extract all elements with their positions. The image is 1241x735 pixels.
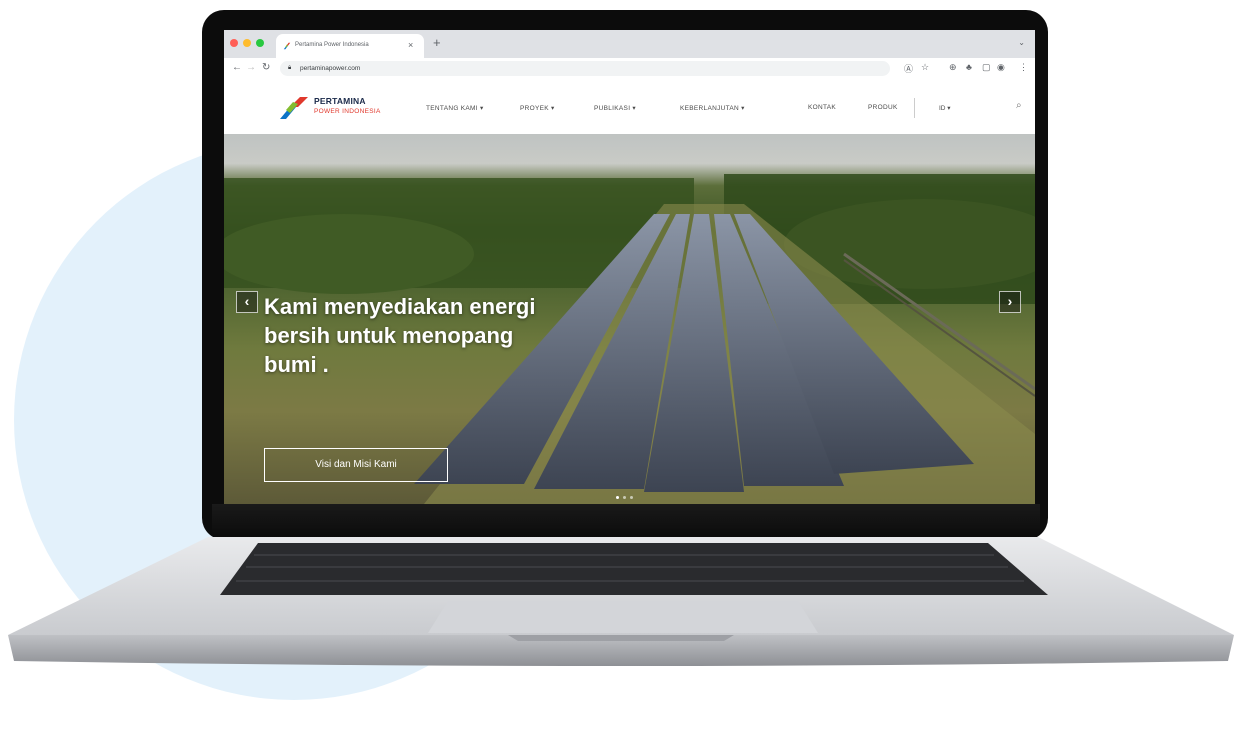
reload-icon[interactable]: ↻ xyxy=(262,62,270,73)
menu-item-keberlanjutan[interactable]: KEBERLANJUTAN ▾ xyxy=(680,104,745,112)
back-arrow-icon[interactable]: ← xyxy=(232,62,242,73)
maximize-window-button[interactable] xyxy=(256,39,264,47)
lock-icon: 🔒︎ xyxy=(288,65,292,71)
hero-carousel: ‹ › Kami menyediakan energi bersih untuk… xyxy=(224,134,1035,504)
carousel-dot[interactable] xyxy=(630,496,633,499)
translate-icon[interactable]: Ⓐ xyxy=(904,62,913,75)
pertamina-logo-icon[interactable] xyxy=(278,95,314,121)
url-text: pertaminapower.com xyxy=(300,65,361,72)
vision-mission-button[interactable]: Visi dan Misi Kami xyxy=(264,448,448,482)
minimize-window-button[interactable] xyxy=(243,39,251,47)
close-window-button[interactable] xyxy=(230,39,238,47)
browser-toolbar: ← → ↻ 🔒︎ pertaminapower.com Ⓐ ☆ ⊕ ♣ ▢ ◉ … xyxy=(224,58,1035,81)
carousel-indicators xyxy=(616,496,633,499)
menu-item-kontak[interactable]: KONTAK xyxy=(808,104,836,111)
menu-item-proyek[interactable]: PROYEK ▾ xyxy=(520,104,555,112)
brand-subtitle: POWER INDONESIA xyxy=(314,108,381,115)
puzzle-icon[interactable]: ♣ xyxy=(966,62,972,72)
new-tab-button[interactable]: + xyxy=(433,35,441,50)
menu-item-tentang-kami[interactable]: TENTANG KAMI ▾ xyxy=(426,104,484,112)
tab-title: Pertamina Power Indonesia xyxy=(295,42,369,48)
forward-arrow-icon[interactable]: → xyxy=(246,62,256,73)
laptop-hinge xyxy=(212,504,1040,540)
bookmark-star-icon[interactable]: ☆ xyxy=(921,62,929,73)
site-header: PERTAMINA POWER INDONESIA TENTANG KAMI ▾… xyxy=(224,80,1035,134)
menu-item-produk[interactable]: PRODUK xyxy=(868,104,898,111)
language-selector[interactable]: ID ▾ xyxy=(939,104,951,112)
browser-tab[interactable]: Pertamina Power Indonesia × xyxy=(276,34,424,58)
carousel-dot[interactable] xyxy=(623,496,626,499)
pertamina-favicon-icon xyxy=(283,42,291,50)
laptop-screen: Pertamina Power Indonesia × + ⌄ ← → ↻ 🔒︎… xyxy=(224,30,1035,504)
carousel-next-button[interactable]: › xyxy=(999,291,1021,313)
more-menu-icon[interactable]: ⋮ xyxy=(1019,62,1028,73)
menu-item-publikasi[interactable]: PUBLIKASI ▾ xyxy=(594,104,636,112)
carousel-dot[interactable] xyxy=(616,496,619,499)
menu-divider xyxy=(914,98,915,118)
search-icon[interactable]: ⌕ xyxy=(1016,100,1022,111)
carousel-prev-button[interactable]: ‹ xyxy=(236,291,258,313)
window-controls xyxy=(230,39,264,47)
brand-name: PERTAMINA xyxy=(314,96,366,106)
profile-avatar-icon[interactable]: ◉ xyxy=(997,62,1005,73)
address-bar[interactable]: 🔒︎ pertaminapower.com xyxy=(280,61,890,76)
hero-headline: Kami menyediakan energi bersih untuk men… xyxy=(264,294,536,377)
tab-search-chevron-icon[interactable]: ⌄ xyxy=(1018,38,1025,47)
sidepanel-icon[interactable]: ▢ xyxy=(982,62,991,73)
extension-icon[interactable]: ⊕ xyxy=(949,62,957,73)
laptop-base xyxy=(8,537,1234,666)
tab-close-icon[interactable]: × xyxy=(408,40,413,50)
browser-tab-bar: Pertamina Power Indonesia × + ⌄ xyxy=(224,30,1035,58)
